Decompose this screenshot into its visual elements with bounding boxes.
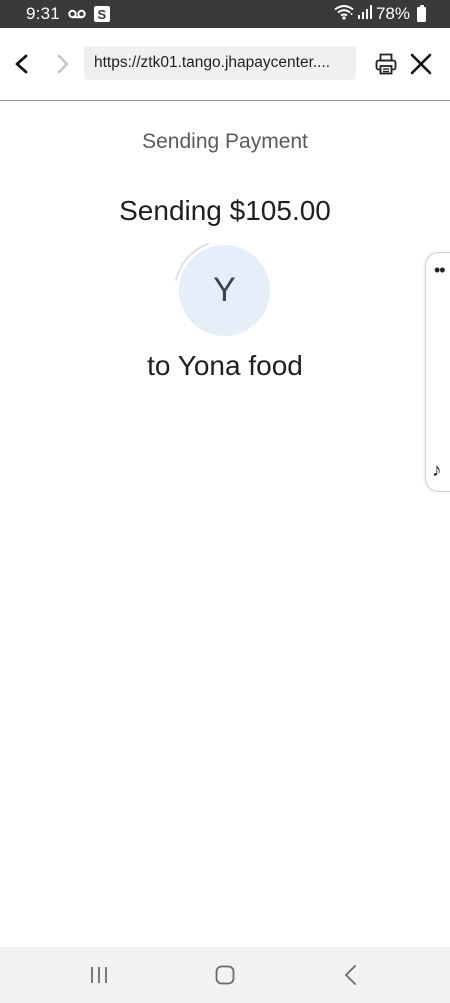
- avatar-with-spinner: Y: [170, 236, 278, 344]
- forward-arrow-icon[interactable]: [48, 50, 76, 78]
- browser-toolbar: https://ztk01.tango.jhapaycenter....: [0, 28, 450, 101]
- print-icon[interactable]: [372, 50, 400, 78]
- s-app-icon: S: [93, 6, 110, 22]
- edge-panel-handle[interactable]: •• ♪: [425, 252, 450, 492]
- battery-icon: [417, 4, 426, 22]
- avatar: Y: [179, 245, 270, 336]
- home-icon[interactable]: [212, 964, 238, 986]
- page-title: Sending Payment: [142, 130, 308, 153]
- back-arrow-icon[interactable]: [8, 50, 36, 78]
- wifi-icon: [334, 4, 354, 25]
- status-time: 9:31: [26, 4, 60, 23]
- signal-icon: [357, 4, 372, 24]
- payment-amount: Sending $105.00: [119, 195, 331, 226]
- battery-percent: 78%: [375, 4, 410, 23]
- system-nav-bar: [0, 947, 450, 1003]
- url-bar[interactable]: https://ztk01.tango.jhapaycenter....: [84, 46, 356, 80]
- close-icon[interactable]: [407, 50, 435, 78]
- music-note-icon: ♪: [432, 460, 442, 481]
- voicemail-icon: [68, 8, 86, 20]
- status-left: 9:31 S: [26, 4, 110, 24]
- back-icon[interactable]: [340, 964, 362, 986]
- recipient-name: to Yona food: [147, 350, 303, 381]
- recents-icon[interactable]: [86, 964, 112, 986]
- status-right: 78%: [334, 4, 426, 25]
- more-dots-icon: ••: [434, 260, 446, 280]
- status-bar: 9:31 S 78%: [0, 0, 450, 28]
